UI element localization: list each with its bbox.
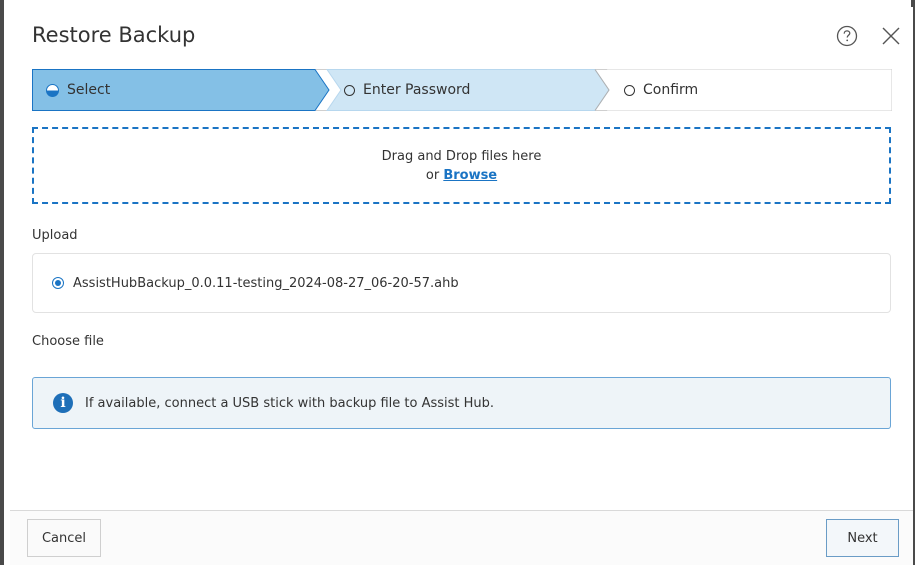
dropzone-text: Drag and Drop files here: [381, 148, 542, 164]
window-left-edge: [0, 0, 4, 565]
upload-label: Upload: [32, 228, 78, 243]
step-confirm[interactable]: Confirm: [624, 69, 698, 111]
dropzone-or-text: or: [425, 167, 440, 183]
file-dropzone[interactable]: Drag and Drop files here or Browse: [32, 127, 891, 204]
dialog-title: Restore Backup: [32, 23, 196, 47]
next-button[interactable]: Next: [826, 519, 899, 557]
step-confirm-label: Confirm: [643, 82, 699, 98]
step-select-radio-icon: [46, 83, 59, 97]
help-circle-icon[interactable]: [836, 25, 858, 47]
restore-backup-dialog: Restore Backup Select Enter Password Con…: [10, 7, 913, 565]
close-icon[interactable]: [880, 25, 902, 47]
choose-file-label: Choose file: [32, 334, 104, 349]
info-message-text: If available, connect a USB stick with b…: [85, 395, 495, 411]
step-enter-password-label: Enter Password: [363, 82, 471, 98]
step-select-label: Select: [67, 82, 111, 98]
upload-file-list: AssistHubBackup_0.0.11-testing_2024-08-2…: [32, 253, 891, 313]
usb-info-message: i If available, connect a USB stick with…: [32, 377, 891, 429]
browse-link[interactable]: Browse: [443, 168, 497, 183]
uploaded-file-name[interactable]: AssistHubBackup_0.0.11-testing_2024-08-2…: [73, 276, 459, 291]
dropzone-or-line: or Browse: [426, 166, 497, 185]
info-icon: i: [53, 393, 73, 413]
step-enter-password-radio-icon: [344, 84, 355, 96]
dialog-footer: [10, 511, 913, 565]
cancel-button[interactable]: Cancel: [27, 519, 101, 557]
step-enter-password[interactable]: Enter Password: [344, 69, 470, 111]
step-confirm-radio-icon: [624, 84, 635, 96]
step-select[interactable]: Select: [46, 69, 110, 111]
wizard-stepper: Select Enter Password Confirm: [32, 69, 892, 111]
file-select-radio[interactable]: [52, 277, 64, 289]
